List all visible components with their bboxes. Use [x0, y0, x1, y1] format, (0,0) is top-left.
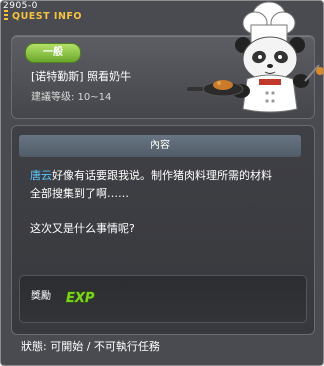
- content-line-2: 全部搜集到了啊……: [30, 187, 129, 200]
- content-line-3: 这次又是什么事情呢?: [30, 222, 135, 235]
- title-grip-icon: [4, 10, 8, 22]
- svg-text:EXP: EXP: [66, 291, 95, 306]
- quest-info-window: 2905-0 QUEST INFO 一般 [诺特勤斯] 照看奶牛 建議等级: 1…: [0, 0, 324, 366]
- panda-chef-npc-icon: [187, 1, 323, 113]
- quest-name: [诺特勤斯] 照看奶牛: [31, 70, 132, 83]
- quest-category-badge: 一般: [25, 43, 81, 63]
- npc-name-link[interactable]: 唐云: [30, 169, 52, 182]
- content-line-1-text: 好像有话要跟我说。制作猪肉料理所需的材料: [52, 169, 272, 182]
- quest-status: 狀態: 可開始 / 不可執行任務: [21, 340, 160, 353]
- content-header: 內容: [19, 135, 301, 157]
- content-line-1: 唐云好像有话要跟我说。制作猪肉料理所需的材料: [30, 167, 300, 185]
- window-id-label: 2905-0: [3, 1, 38, 11]
- reward-box: [19, 275, 307, 323]
- exp-icon: EXP: [65, 290, 95, 306]
- reward-label: 獎勵: [31, 291, 51, 302]
- quest-level-requirement: 建議等级: 10~14: [31, 92, 112, 103]
- window-title: QUEST INFO: [12, 11, 82, 22]
